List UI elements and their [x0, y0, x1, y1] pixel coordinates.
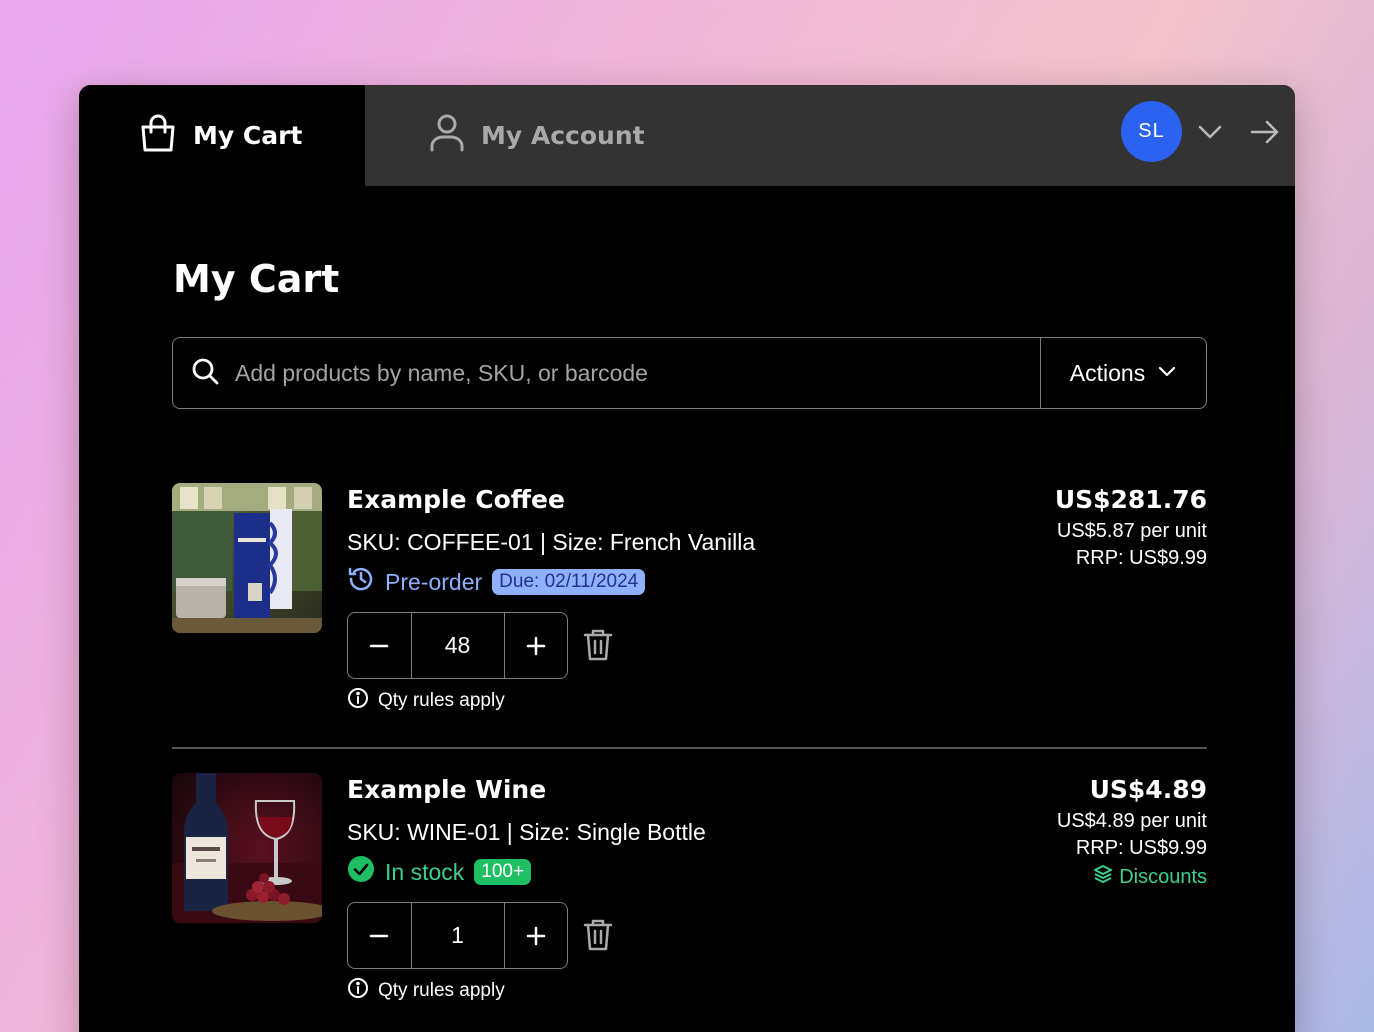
top-navigation: My Cart My Account SL — [79, 85, 1295, 186]
trash-icon[interactable] — [583, 628, 613, 667]
stock-count-badge: 100+ — [474, 859, 532, 885]
rrp-price: RRP: US$9.99 — [1075, 547, 1207, 569]
minus-icon — [370, 934, 389, 937]
line-total: US$4.89 — [1089, 775, 1207, 804]
status-label: In stock — [385, 858, 465, 885]
tab-my-cart[interactable]: My Cart — [79, 85, 365, 186]
tab-my-account[interactable]: My Account — [429, 85, 645, 186]
price-summary: US$4.89 US$4.89 per unit RRP: US$9.99 Di… — [1057, 775, 1207, 890]
qty-rules-note[interactable]: Qty rules apply — [347, 977, 505, 1005]
line-total: US$281.76 — [1054, 485, 1207, 514]
preorder-status: Pre-order Due: 02/11/2024 — [347, 565, 646, 599]
product-image[interactable] — [172, 773, 322, 923]
product-name[interactable]: Example Wine — [347, 775, 546, 804]
shopping-bag-icon — [139, 113, 177, 158]
info-icon — [347, 977, 369, 1005]
qty-rules-label: Qty rules apply — [378, 690, 505, 711]
quantity-input[interactable] — [410, 903, 505, 968]
search-icon — [191, 357, 219, 390]
discounts-label: Discounts — [1119, 865, 1207, 888]
actions-dropdown-button[interactable]: Actions — [1040, 338, 1206, 408]
info-icon — [347, 687, 369, 715]
status-label: Pre-order — [385, 568, 483, 595]
tab-my-cart-label: My Cart — [193, 121, 303, 150]
tab-my-account-label: My Account — [481, 121, 645, 150]
rrp-price: RRP: US$9.99 — [1075, 837, 1207, 859]
actions-label: Actions — [1069, 359, 1146, 386]
product-sku: SKU: COFFEE-01 | Size: French Vanilla — [347, 529, 756, 555]
product-name[interactable]: Example Coffee — [347, 485, 565, 514]
stock-status: In stock 100+ — [347, 855, 532, 889]
user-avatar[interactable]: SL — [1121, 101, 1182, 162]
unit-price: US$5.87 per unit — [1056, 520, 1207, 542]
increase-qty-button[interactable] — [505, 613, 568, 678]
unit-price: US$4.89 per unit — [1056, 810, 1207, 832]
chevron-down-icon — [1157, 360, 1177, 387]
chevron-down-icon[interactable] — [1196, 118, 1224, 151]
user-icon — [429, 113, 465, 158]
decrease-qty-button[interactable] — [348, 903, 411, 968]
arrow-right-icon[interactable] — [1249, 118, 1281, 151]
product-sku: SKU: WINE-01 | Size: Single Bottle — [347, 819, 706, 845]
discounts-link[interactable]: Discounts — [1093, 864, 1207, 890]
history-icon — [347, 565, 375, 599]
quantity-input[interactable] — [410, 613, 505, 678]
qty-rules-label: Qty rules apply — [378, 980, 505, 1001]
qty-rules-note[interactable]: Qty rules apply — [347, 687, 505, 715]
product-search-bar: Actions — [172, 337, 1207, 409]
price-summary: US$281.76 US$5.87 per unit RRP: US$9.99 — [1055, 485, 1207, 574]
product-image[interactable] — [172, 483, 322, 633]
plus-icon — [526, 636, 545, 655]
check-circle-icon — [347, 855, 375, 889]
search-field — [173, 338, 1040, 408]
decrease-qty-button[interactable] — [348, 613, 411, 678]
increase-qty-button[interactable] — [505, 903, 568, 968]
cart-window: My Cart My Account SL My Cart Add produc… — [79, 85, 1295, 1032]
due-date-badge: Due: 02/11/2024 — [492, 569, 646, 595]
search-input[interactable] — [235, 359, 1040, 387]
quantity-stepper — [347, 612, 568, 679]
page-title: My Cart — [173, 257, 340, 301]
trash-icon[interactable] — [583, 918, 613, 957]
item-divider — [172, 747, 1207, 749]
plus-icon — [526, 926, 545, 945]
quantity-stepper — [347, 902, 568, 969]
layers-icon — [1093, 864, 1113, 890]
minus-icon — [370, 644, 389, 647]
